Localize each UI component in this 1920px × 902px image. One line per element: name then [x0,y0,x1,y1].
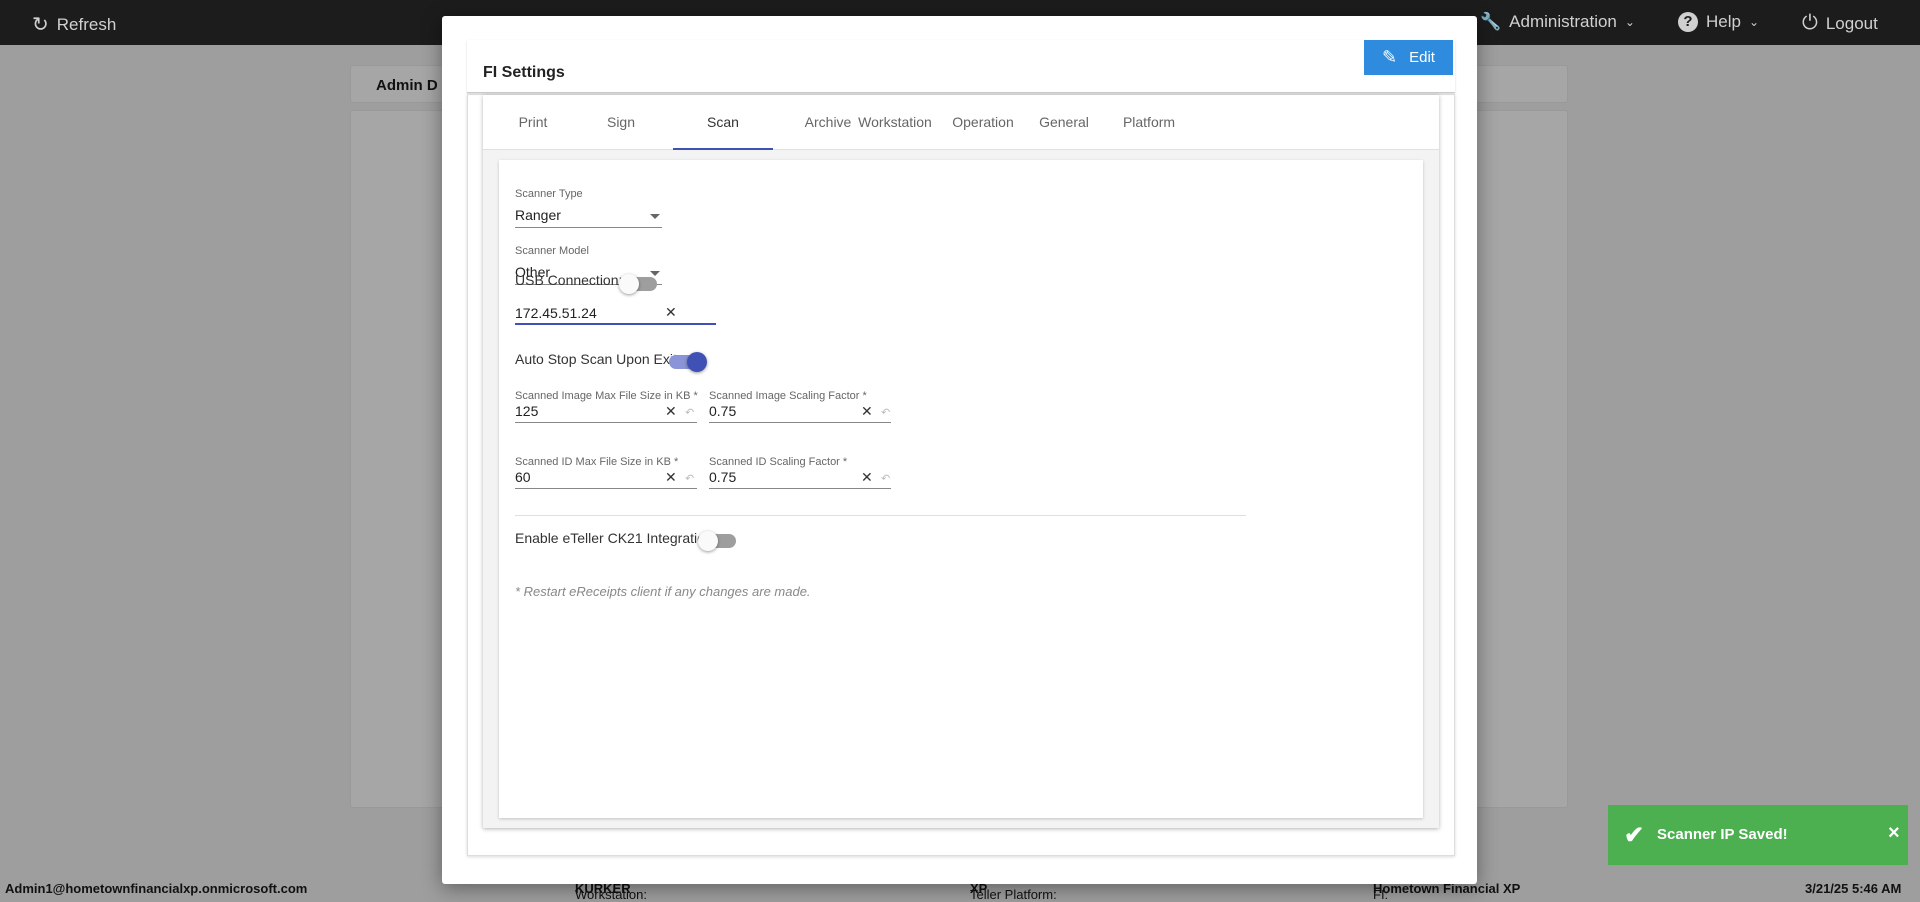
help-icon: ? [1678,12,1698,32]
auto-stop-toggle[interactable] [669,352,707,372]
footer-fi-label: FI: [1373,887,1389,902]
refresh-button[interactable]: ↻ Refresh [32,12,116,37]
clear-icon[interactable]: ✕ [665,304,677,321]
help-menu[interactable]: ? Help ⌄ [1678,12,1759,32]
fi-settings-modal: FI Settings ✎ Edit Print Sign Scan Archi… [442,16,1477,884]
toast-notification: ✔ Scanner IP Saved! × [1608,805,1908,865]
toggle-knob [619,274,639,294]
scanner-model-label: Scanner Model [515,245,589,257]
image-scale-input[interactable]: 0.75 [709,403,736,419]
modal-title: FI Settings [483,64,565,81]
clear-icon[interactable]: ✕ [665,403,677,420]
ck21-label: Enable eTeller CK21 Integration: [515,530,717,546]
divider [515,515,1246,516]
ck21-toggle[interactable] [698,531,736,551]
id-scale-input[interactable]: 0.75 [709,469,736,485]
background-card-title: Admin D [376,77,438,94]
toast-message: Scanner IP Saved! [1657,826,1788,843]
scanner-ip-value: 172.45.51.24 [515,305,597,321]
id-max-size-input[interactable]: 60 [515,469,531,485]
scan-settings-form: Scanner Type Ranger Scanner Model Other … [499,160,1423,818]
settings-panel: Print Sign Scan Archive Workstation Oper… [467,94,1455,856]
tabs-card: Print Sign Scan Archive Workstation Oper… [483,95,1439,828]
toggle-knob [698,531,718,551]
undo-icon[interactable]: ↶ [881,472,890,485]
tab-print[interactable]: Print [483,95,583,150]
toggle-knob [687,352,707,372]
clear-icon[interactable]: ✕ [861,403,873,420]
chevron-down-icon: ⌄ [1624,15,1635,29]
auto-stop-label: Auto Stop Scan Upon Exit: [515,351,681,367]
chevron-down-icon: ⌄ [1748,15,1760,29]
modal-header: FI Settings [467,40,1455,93]
dropdown-caret-icon [650,271,660,276]
tab-sign[interactable]: Sign [571,95,671,150]
footer-platform-label: Teller Platform: [970,887,1057,902]
footer-workstation-label: Workstation: [575,887,648,902]
check-icon: ✔ [1624,822,1645,849]
dropdown-caret-icon [650,214,660,219]
scanner-type-label: Scanner Type [515,188,583,200]
administration-label: Administration [1509,12,1617,31]
image-max-size-input[interactable]: 125 [515,403,538,419]
power-icon: ⏻ [1802,12,1818,34]
image-max-size-label: Scanned Image Max File Size in KB * [515,390,698,402]
logout-label: Logout [1825,13,1878,33]
tab-platform[interactable]: Platform [1089,95,1209,150]
edit-button[interactable]: ✎ Edit [1364,40,1453,75]
restart-note: * Restart eReceipts client if any change… [515,584,811,599]
footer-user: Admin1@hometownfinancialxp.onmicrosoft.c… [5,881,308,896]
refresh-icon: ↻ [32,14,49,36]
undo-icon[interactable]: ↶ [685,406,694,419]
scanner-type-value: Ranger [515,207,561,223]
administration-menu[interactable]: 🔧 Administration ⌄ [1480,12,1635,32]
usb-connection-toggle[interactable] [619,274,657,294]
image-scale-label: Scanned Image Scaling Factor * [709,390,867,402]
undo-icon[interactable]: ↶ [881,406,890,419]
tab-scan[interactable]: Scan [673,95,773,150]
pencil-icon: ✎ [1382,47,1398,67]
tab-bar: Print Sign Scan Archive Workstation Oper… [483,95,1439,150]
undo-icon[interactable]: ↶ [685,472,694,485]
usb-connection-label: USB Connection: [515,272,623,288]
logout-button[interactable]: ⏻ Logout [1802,12,1878,35]
close-icon[interactable]: × [1888,822,1900,845]
wrench-icon: 🔧 [1480,12,1502,31]
refresh-label: Refresh [56,14,117,34]
edit-label: Edit [1409,49,1435,66]
id-max-size-label: Scanned ID Max File Size in KB * [515,456,679,468]
clear-icon[interactable]: ✕ [861,469,873,486]
help-label: Help [1706,12,1741,31]
clear-icon[interactable]: ✕ [665,469,677,486]
scanner-type-select[interactable]: Ranger [515,200,662,228]
id-scale-label: Scanned ID Scaling Factor * [709,456,848,468]
scanner-ip-input[interactable]: 172.45.51.24 ✕ [515,302,716,325]
footer-datetime: 3/21/25 5:46 AM [1805,881,1902,896]
